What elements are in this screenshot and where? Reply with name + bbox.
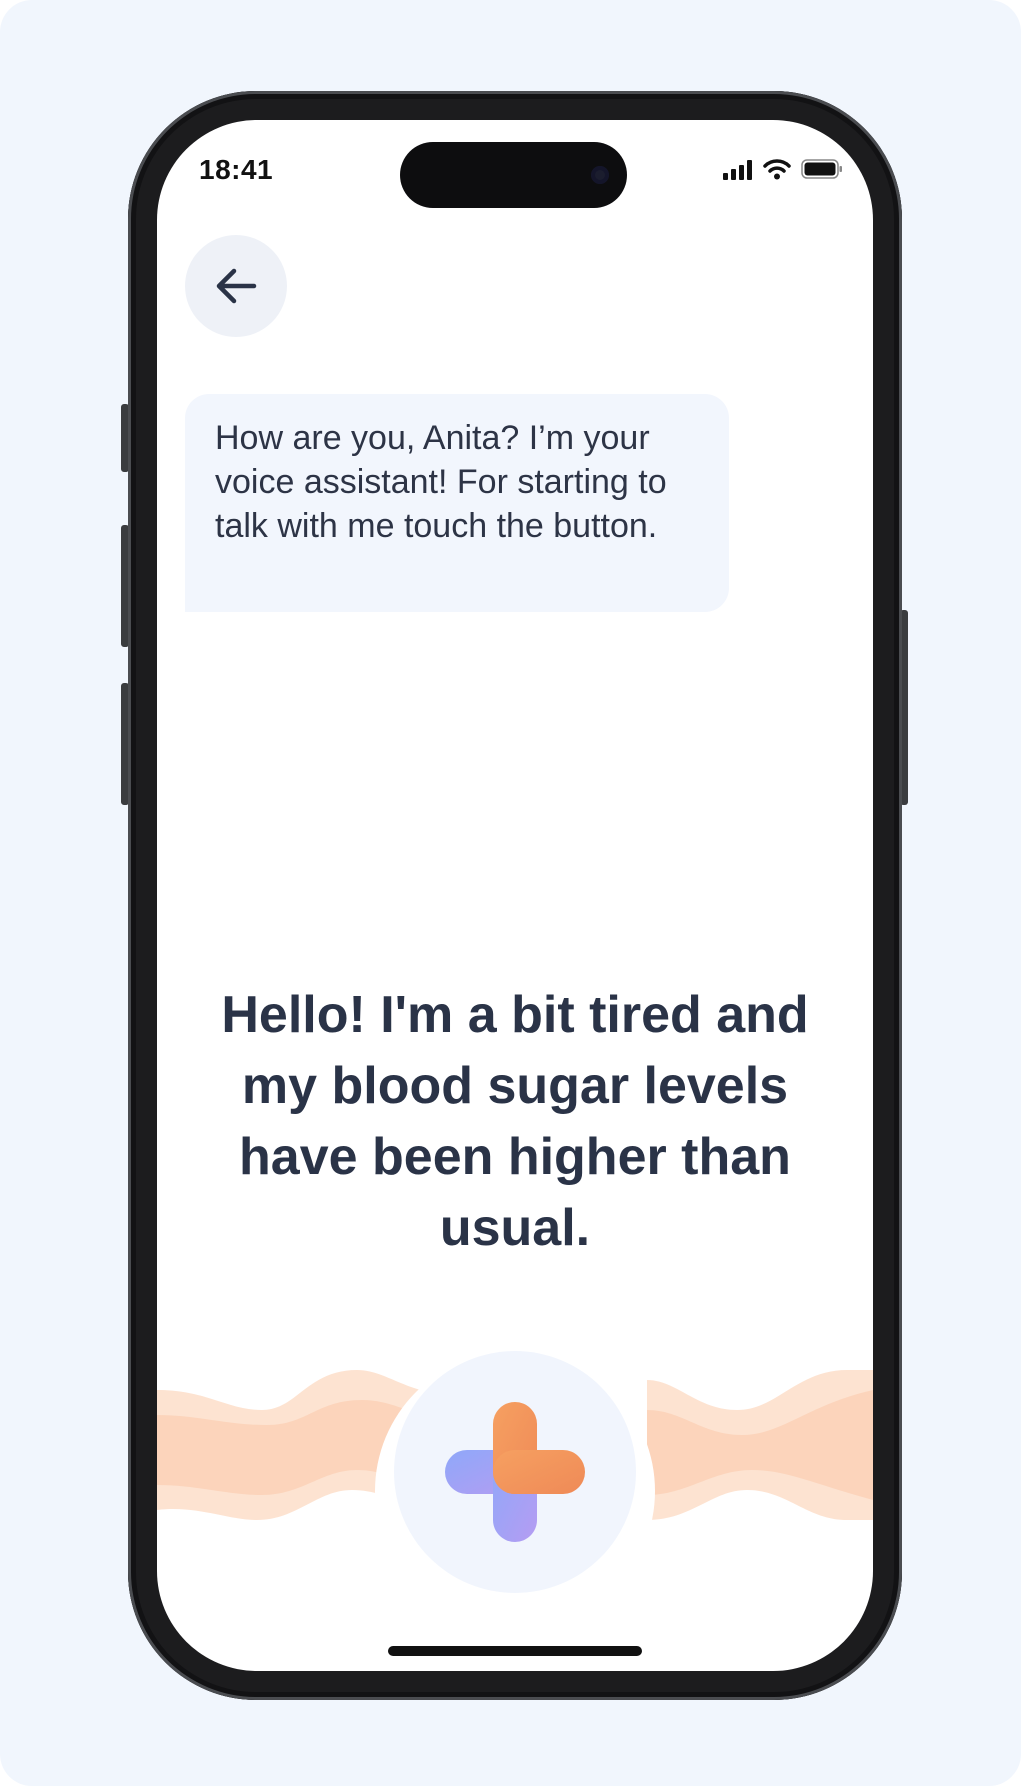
- status-time: 18:41: [199, 154, 274, 185]
- arrow-left-icon: [216, 268, 257, 304]
- home-indicator[interactable]: [388, 1646, 642, 1656]
- battery-icon: [801, 159, 842, 179]
- assistant-message-bubble: How are you, Anita? I’m your voice assis…: [185, 394, 729, 612]
- signal-icon: [723, 160, 752, 180]
- wifi-icon: [763, 159, 791, 180]
- front-camera: [591, 166, 609, 184]
- back-button[interactable]: [185, 235, 287, 337]
- assistant-message-text: How are you, Anita? I’m your voice assis…: [215, 419, 667, 545]
- user-transcript-text: Hello! I'm a bit tired and my blood suga…: [221, 986, 809, 1257]
- phone-screen: 18:41 How are you, Anita? I’m your voice…: [157, 120, 873, 1671]
- plus-logo-icon: [445, 1402, 585, 1542]
- status-icons: [723, 158, 843, 180]
- voice-assistant-button[interactable]: [394, 1351, 636, 1593]
- dynamic-island: [400, 142, 627, 208]
